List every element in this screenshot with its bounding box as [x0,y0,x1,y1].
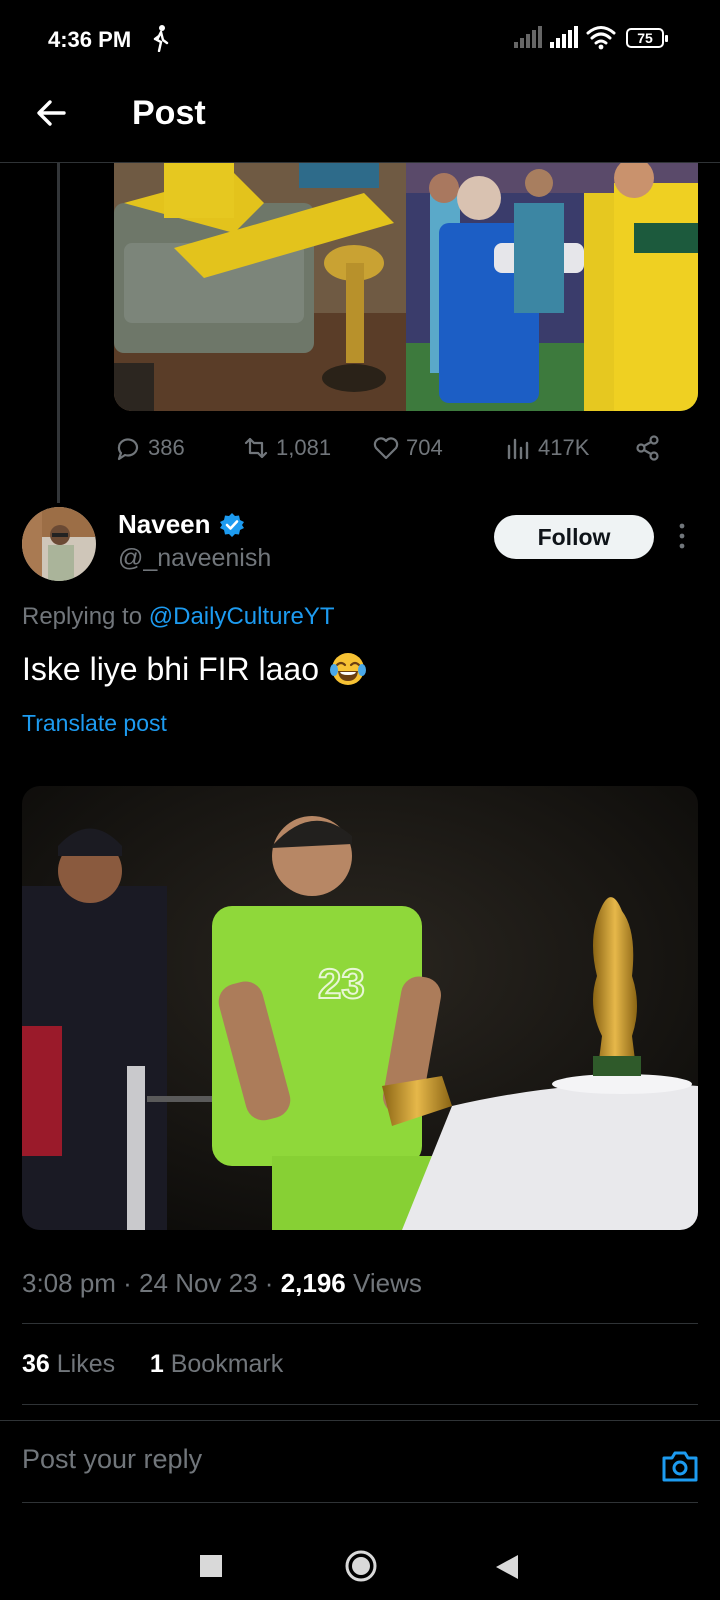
bookmarks-label: Bookmark [163,1350,284,1378]
system-nav-bar [0,1520,720,1600]
post-image-illustration: 23 [22,786,698,1230]
repost-count: 1,081 [276,435,332,460]
avatar-image [22,507,96,581]
back-arrow-icon[interactable] [34,95,70,131]
likes-stat[interactable]: 36 Likes [22,1350,115,1378]
camera-icon[interactable] [660,1448,700,1484]
post-views-count[interactable]: 2,196 [281,1268,346,1298]
post-views-label: Views [345,1268,422,1298]
share-action[interactable] [634,428,662,468]
post-text: Iske liye bhi FIR laao 😂 [22,650,367,688]
repost-icon [244,437,268,459]
divider [22,1404,698,1405]
likes-count: 36 [22,1350,50,1378]
share-icon [636,435,659,461]
post-timestamp: 3:08 pm · 24 Nov 23 · [22,1268,281,1298]
translate-post-link[interactable]: Translate post [22,710,167,737]
status-time: 4:36 PM [48,27,132,52]
page-title: Post [132,94,206,132]
signal-icon [514,26,542,48]
thread-connector [57,163,60,503]
like-action[interactable]: 704 [372,428,443,468]
top-app-bar [0,78,720,163]
previous-post-image[interactable] [114,163,698,411]
divider [22,1323,698,1324]
walking-icon [153,25,169,52]
verified-badge-icon [219,512,244,537]
more-options-icon[interactable] [676,522,688,550]
post-metadata: 3:08 pm · 24 Nov 23 · 2,196 Views [22,1268,422,1299]
follow-button[interactable]: Follow [494,515,654,559]
divider [0,1420,720,1421]
battery-indicator: 75 [626,28,668,48]
home-icon[interactable] [344,1549,378,1583]
views-action[interactable]: 417K [504,428,589,468]
like-count: 704 [406,435,443,460]
replying-to: Replying to @DailyCultureYT [22,603,335,631]
back-nav-icon[interactable] [496,1555,518,1579]
replying-to-label: Replying to [22,603,149,630]
signal-icon [550,26,578,48]
views-chart-icon [507,438,529,460]
heart-icon [373,437,399,460]
post-stats: 36 Likes 1 Bookmark [22,1350,283,1379]
views-count: 417K [538,435,590,460]
mention-link[interactable]: @DailyCultureYT [149,603,335,630]
post-image[interactable]: 23 [22,786,698,1230]
laughing-emoji-icon [330,653,367,685]
post-text-content: Iske liye bhi FIR laao [22,650,320,687]
reply-action[interactable]: 386 [114,428,185,468]
previous-post-actions: 386 1,081 704 417K [114,428,698,468]
likes-label: Likes [49,1350,116,1378]
divider [22,1502,698,1503]
previous-post-image-illustration [114,163,698,411]
reply-input[interactable]: Post your reply [22,1444,202,1475]
avatar[interactable] [22,507,96,581]
author-name[interactable]: Naveen [118,509,211,540]
wifi-icon [586,26,616,50]
bookmarks-stat[interactable]: 1 Bookmark [150,1350,283,1378]
jersey-number: 23 [318,960,365,1007]
reply-count: 386 [148,435,185,460]
author-handle[interactable]: @_naveenish [118,544,271,573]
repost-action[interactable]: 1,081 [242,428,331,468]
recents-icon[interactable] [200,1555,222,1577]
reply-icon [117,438,139,461]
status-bar: 4:36 PM 75 [0,0,720,78]
bookmarks-count: 1 [149,1350,164,1378]
author-name-row[interactable]: Naveen [118,509,245,540]
